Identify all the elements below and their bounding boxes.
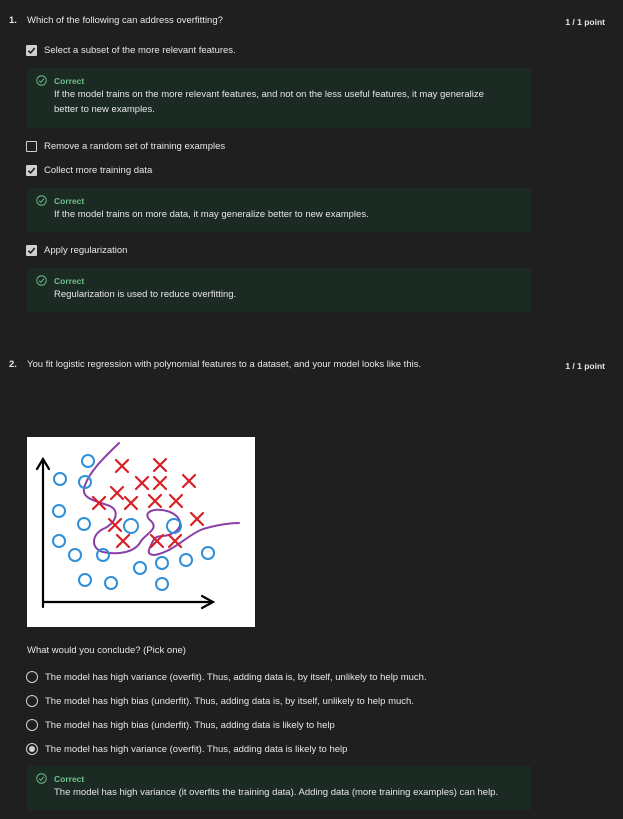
feedback-title: Correct [54, 196, 85, 206]
feedback-text: better to new examples. [54, 104, 155, 115]
question-2-number: 2. [9, 359, 17, 370]
checkbox-checked[interactable] [26, 165, 37, 176]
checkmark-icon [27, 167, 36, 175]
q1-option-2[interactable]: Remove a random set of training examples [26, 141, 225, 152]
feedback-title: Correct [54, 76, 85, 86]
feedback-title: Correct [54, 276, 85, 286]
checkmark-icon [27, 47, 36, 55]
question-2-prompt: What would you conclude? (Pick one) [27, 645, 186, 656]
q2-feedback: Correct The model has high variance (it … [27, 766, 531, 810]
checkbox-checked[interactable] [26, 45, 37, 56]
checkbox-unchecked[interactable] [26, 141, 37, 152]
decision-boundary-curve [82, 442, 240, 557]
q1-option-2-label: Remove a random set of training examples [44, 141, 226, 152]
q1-feedback-3: Correct Regularization is used to reduce… [27, 268, 531, 312]
q1-option-1[interactable]: Select a subset of the more relevant fea… [26, 45, 236, 56]
feedback-text: If the model trains on the more relevant… [54, 89, 484, 100]
radio-selected[interactable] [26, 743, 38, 755]
q1-feedback-1: Correct If the model trains on the more … [27, 68, 531, 128]
question-2-text: You fit logistic regression with polynom… [27, 359, 422, 370]
check-circle-icon [36, 75, 47, 86]
radio-unselected[interactable] [26, 719, 38, 731]
plot-axes [35, 456, 216, 610]
overfit-decision-boundary-image [27, 437, 255, 627]
radio-unselected[interactable] [26, 695, 38, 707]
q2-option-4-label: The model has high variance (overfit). T… [45, 743, 348, 755]
radio-dot [29, 746, 35, 752]
q1-option-3-label: Collect more training data [44, 165, 153, 176]
q2-option-2[interactable]: The model has high bias (underfit). Thus… [26, 695, 414, 707]
feedback-text: Regularization is used to reduce overfit… [54, 289, 237, 300]
feedback-title: Correct [54, 774, 85, 784]
check-circle-icon [36, 773, 47, 784]
q2-option-4[interactable]: The model has high variance (overfit). T… [26, 743, 347, 755]
checkbox-checked[interactable] [26, 245, 37, 256]
radio-unselected[interactable] [26, 671, 38, 683]
q1-option-3[interactable]: Collect more training data [26, 165, 152, 176]
q1-option-1-label: Select a subset of the more relevant fea… [44, 45, 236, 56]
q1-option-4[interactable]: Apply regularization [26, 245, 127, 256]
check-circle-icon [36, 195, 47, 206]
class-o-markers [52, 454, 215, 591]
q1-option-4-label: Apply regularization [44, 245, 128, 256]
q2-option-2-label: The model has high bias (underfit). Thus… [45, 695, 414, 707]
question-1-number: 1. [9, 15, 17, 26]
checkmark-icon [27, 247, 36, 255]
check-circle-icon [36, 275, 47, 286]
q2-option-3-label: The model has high bias (underfit). Thus… [45, 719, 335, 731]
question-1-points: 1 / 1 point [565, 17, 605, 27]
q2-option-1[interactable]: The model has high variance (overfit). T… [26, 671, 427, 683]
q1-feedback-2: Correct If the model trains on more data… [27, 188, 531, 232]
question-2-points: 1 / 1 point [565, 361, 605, 371]
q2-option-1-label: The model has high variance (overfit). T… [45, 671, 427, 683]
question-1-text: Which of the following can address overf… [27, 15, 223, 26]
feedback-text: If the model trains on more data, it may… [54, 209, 369, 220]
feedback-text: The model has high variance (it overfits… [54, 787, 499, 798]
q2-option-3[interactable]: The model has high bias (underfit). Thus… [26, 719, 335, 731]
